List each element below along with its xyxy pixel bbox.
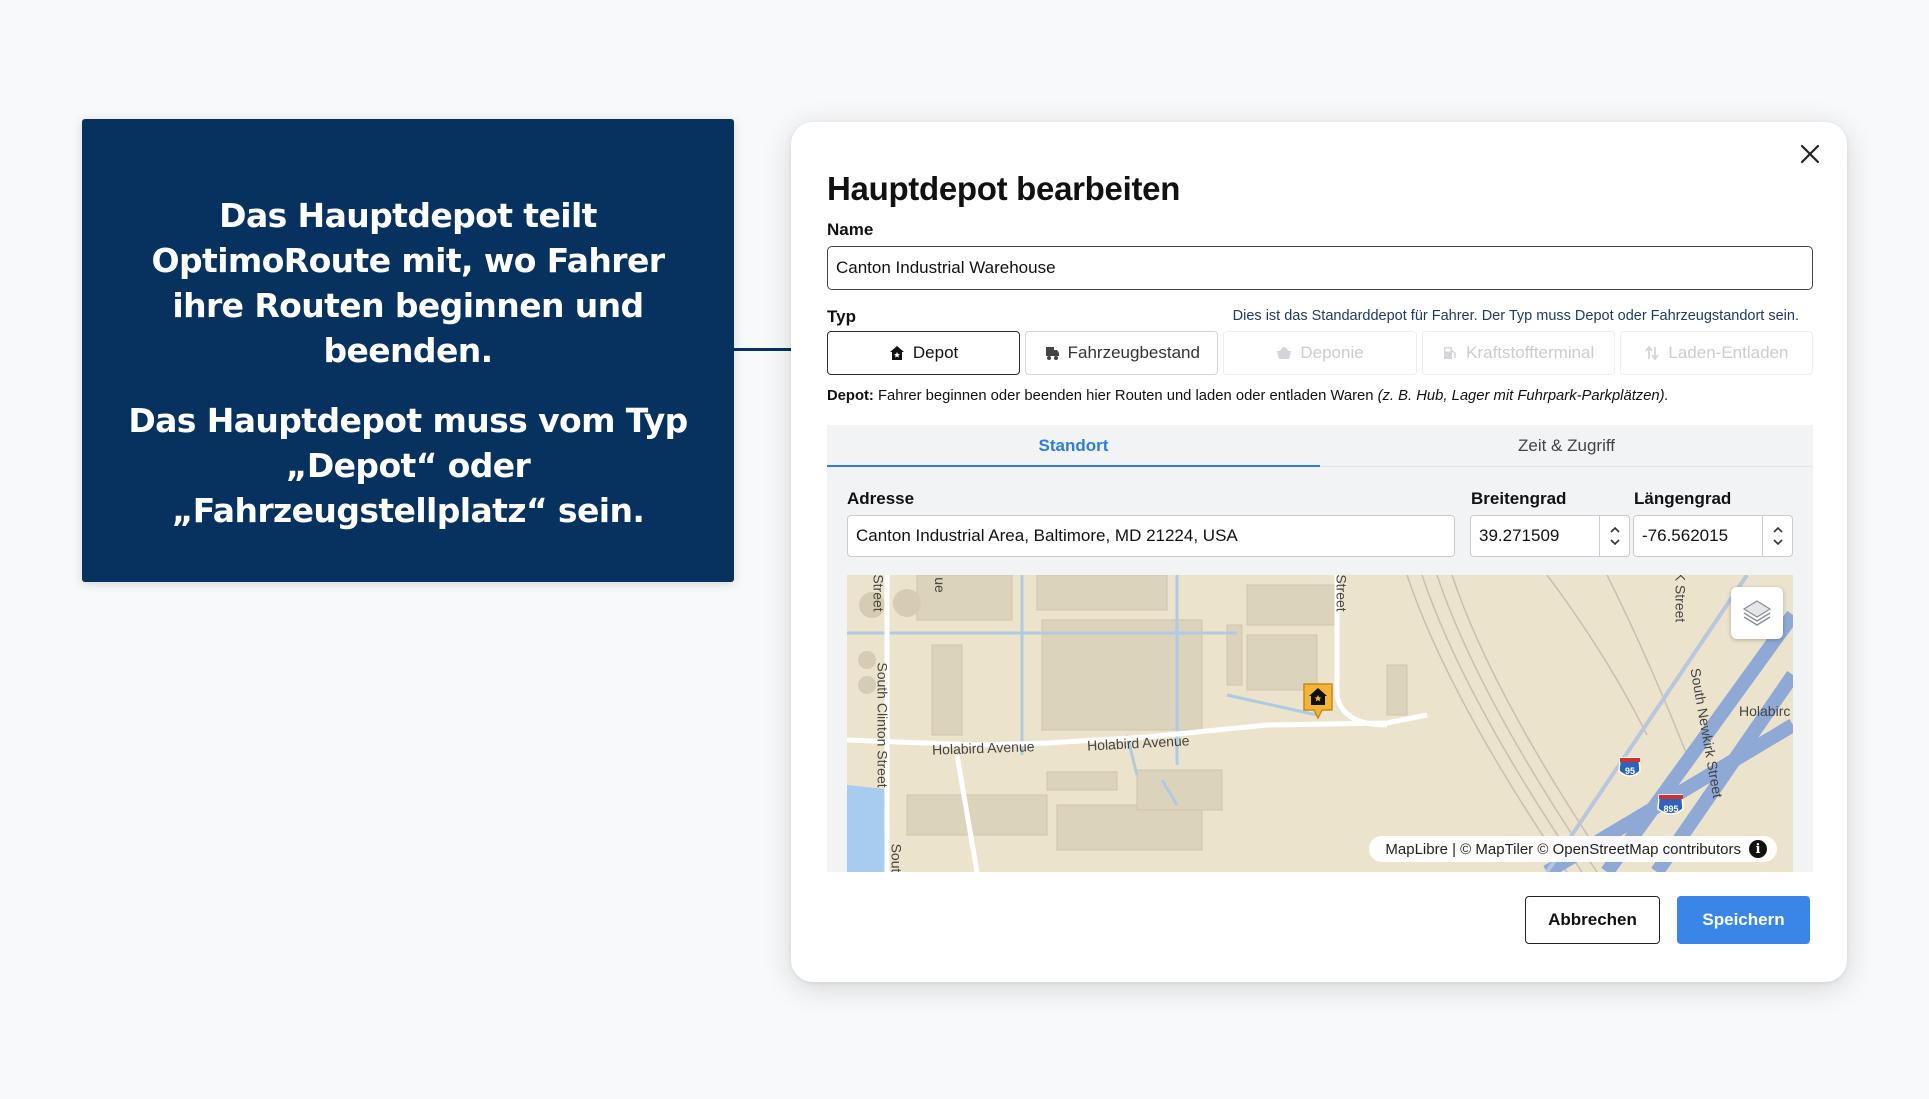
depot-marker-icon[interactable] bbox=[1302, 682, 1334, 720]
callout-text-2: Das Hauptdepot muss vom Typ „Depot“ oder… bbox=[128, 401, 688, 530]
map-base: 95 895 bbox=[847, 575, 1793, 872]
arrows-up-down-icon bbox=[1645, 345, 1660, 361]
map-label-clinton: South Clinton Street bbox=[874, 662, 891, 788]
address-label: Adresse bbox=[847, 489, 915, 508]
callout-panel: Das Hauptdepot teilt OptimoRoute mit, wo… bbox=[82, 119, 734, 582]
longitude-stepper[interactable] bbox=[1762, 516, 1792, 556]
type-description-example: (z. B. Hub, Lager mit Fuhrpark-Parkplätz… bbox=[1377, 388, 1669, 404]
chevron-up-icon[interactable] bbox=[1609, 524, 1621, 536]
info-icon[interactable]: i bbox=[1749, 840, 1767, 858]
type-kraftstoffterminal-button[interactable]: Kraftstoffterminal bbox=[1421, 331, 1615, 375]
longitude-input[interactable] bbox=[1634, 516, 1762, 556]
type-fahrzeugbestand-label: Fahrzeugbestand bbox=[1067, 343, 1200, 362]
shield-95-label: 95 bbox=[1625, 766, 1635, 776]
longitude-field bbox=[1633, 515, 1793, 557]
type-description-bold: Depot: bbox=[827, 388, 874, 404]
chevron-down-icon[interactable] bbox=[1609, 536, 1621, 548]
layers-icon bbox=[1742, 600, 1772, 626]
chevron-down-icon[interactable] bbox=[1772, 536, 1784, 548]
type-label: Typ bbox=[827, 307, 856, 326]
type-depot-button[interactable]: Depot bbox=[827, 331, 1021, 375]
truck-icon bbox=[1045, 347, 1059, 360]
shield-895-label: 895 bbox=[1663, 804, 1678, 814]
callout-text-1: Das Hauptdepot teilt OptimoRoute mit, wo… bbox=[151, 196, 665, 370]
map-layers-button[interactable] bbox=[1731, 587, 1783, 639]
type-deponie-label: Deponie bbox=[1300, 343, 1364, 362]
close-icon bbox=[1800, 144, 1820, 163]
tab-bar: Standort Zeit & Zugriff bbox=[827, 425, 1813, 468]
dumpster-icon bbox=[1277, 347, 1292, 359]
location-panel: Adresse Breitengrad Längengrad Canton In… bbox=[827, 467, 1813, 872]
chevron-up-icon[interactable] bbox=[1772, 524, 1784, 536]
location-map[interactable]: 95 895 Holabird Avenue Holabird Avenue S… bbox=[847, 575, 1793, 872]
tab-standort[interactable]: Standort bbox=[827, 425, 1320, 468]
map-label-street-2: Street bbox=[1333, 575, 1350, 612]
fuel-pump-icon bbox=[1444, 347, 1456, 359]
dialog-title: Hauptdepot bearbeiten bbox=[827, 170, 1181, 207]
tab-zeit-zugriff[interactable]: Zeit & Zugriff bbox=[1320, 425, 1813, 466]
latitude-field bbox=[1470, 515, 1630, 557]
name-input[interactable] bbox=[827, 246, 1813, 290]
map-attribution-text[interactable]: MapLibre | © MapTiler © OpenStreetMap co… bbox=[1385, 841, 1741, 858]
type-fahrzeugbestand-button[interactable]: Fahrzeugbestand bbox=[1025, 331, 1219, 375]
latitude-label: Breitengrad bbox=[1471, 489, 1567, 508]
address-input[interactable] bbox=[847, 515, 1455, 557]
map-label-k-street: K Street bbox=[1672, 575, 1689, 623]
save-button[interactable]: Speichern bbox=[1677, 896, 1810, 944]
edit-depot-dialog: Hauptdepot bearbeiten Name Typ Dies ist … bbox=[791, 122, 1847, 982]
type-laden-entladen-button[interactable]: Laden-Entladen bbox=[1619, 331, 1814, 375]
type-kraftstoffterminal-label: Kraftstoffterminal bbox=[1466, 343, 1595, 362]
type-hint: Dies ist das Standarddepot für Fahrer. D… bbox=[1232, 308, 1799, 324]
house-star-icon bbox=[889, 346, 904, 360]
type-laden-entladen-label: Laden-Entladen bbox=[1668, 343, 1789, 362]
latitude-stepper[interactable] bbox=[1599, 516, 1629, 556]
type-selector: Depot Fahrzeugbestand Deponie Kraftstoff… bbox=[827, 331, 1814, 375]
type-description-text: Fahrer beginnen oder beenden hier Routen… bbox=[873, 388, 1378, 404]
latitude-input[interactable] bbox=[1471, 516, 1599, 556]
map-label-sout: Sout bbox=[888, 843, 905, 872]
type-deponie-button[interactable]: Deponie bbox=[1223, 331, 1417, 375]
map-label-ue: ue bbox=[931, 577, 948, 593]
close-button[interactable] bbox=[1795, 140, 1825, 170]
type-depot-label: Depot bbox=[912, 343, 959, 362]
type-description: Depot: Fahrer beginnen oder beenden hier… bbox=[827, 388, 1669, 404]
name-label: Name bbox=[827, 220, 874, 239]
map-attribution: MapLibre | © MapTiler © OpenStreetMap co… bbox=[1369, 836, 1777, 862]
map-label-street-1: Street bbox=[870, 575, 887, 612]
longitude-label: Längengrad bbox=[1634, 489, 1732, 508]
map-label-holabird-3: Holabirc bbox=[1739, 703, 1791, 719]
cancel-button[interactable]: Abbrechen bbox=[1525, 896, 1660, 944]
